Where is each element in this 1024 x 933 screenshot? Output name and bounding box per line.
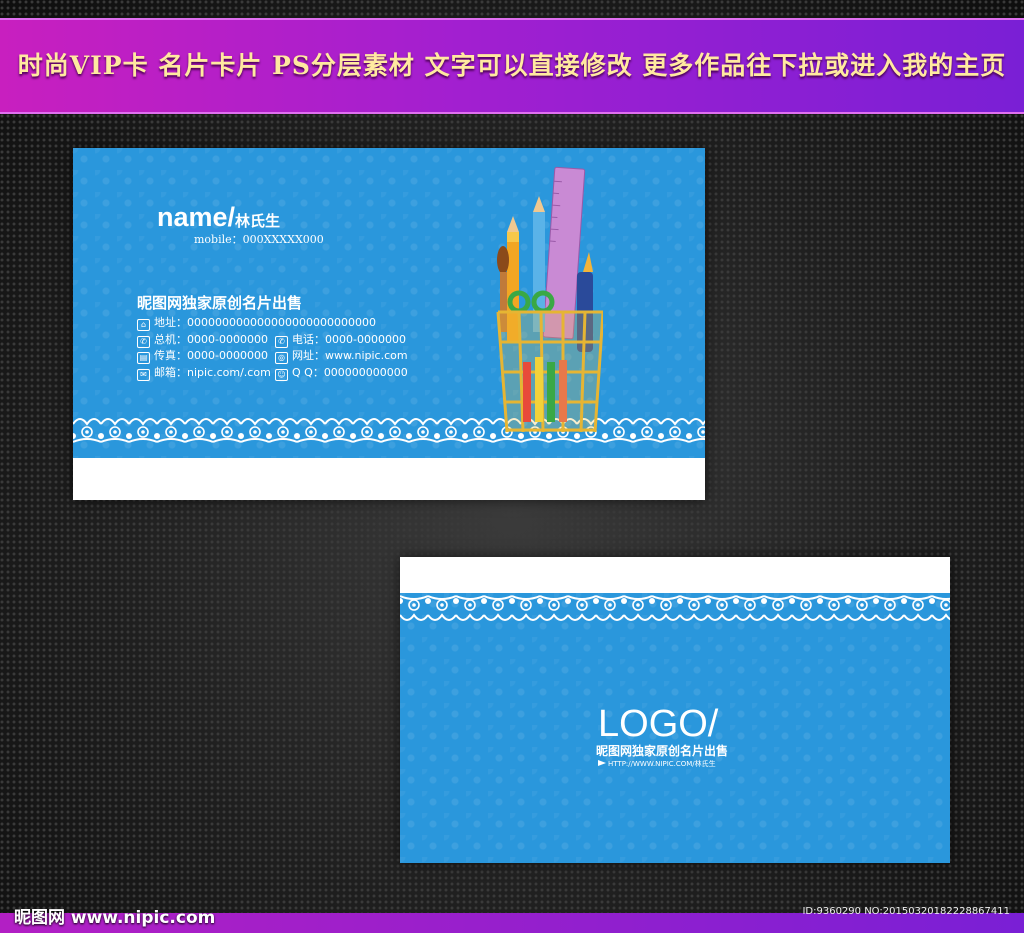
logo-text: LOGO/ xyxy=(598,703,719,745)
tel-line: ✆ 电话：0000-0000000 xyxy=(275,333,406,348)
fax-icon: ▤ xyxy=(137,352,150,364)
qq-text: Q Q：000000000000 xyxy=(292,366,408,379)
back-url-text: HTTP://WWW.NIPIC.COM/林氏生 xyxy=(608,760,716,768)
business-card-front: name/林氏生 mobile：000XXXXX000 昵图网独家原创名片出售 … xyxy=(73,148,705,500)
banner-title: 时尚VIP卡 名片卡片 PS分层素材 文字可以直接修改 更多作品往下拉或进入我的… xyxy=(17,51,1007,80)
email-line: ✉ 邮箱：nipic.com/.com xyxy=(137,366,271,381)
qq-line: ☺ Q Q：000000000000 xyxy=(275,366,408,381)
phone-icon: ✆ xyxy=(275,336,288,348)
title-banner: 时尚VIP卡 名片卡片 PS分层素材 文字可以直接修改 更多作品往下拉或进入我的… xyxy=(0,18,1024,114)
phone-line: ✆ 总机：0000-0000000 xyxy=(137,333,268,348)
home-icon: ⌂ xyxy=(137,319,150,331)
mail-icon: ✉ xyxy=(137,369,150,381)
name-line: name/林氏生 xyxy=(157,202,280,233)
website-line: ◎ 网址：www.nipic.com xyxy=(275,349,408,364)
arrow-icon xyxy=(598,760,606,766)
fax-text: 传真：0000-0000000 xyxy=(154,349,268,362)
fax-line: ▤ 传真：0000-0000000 xyxy=(137,349,268,364)
lace-border-front xyxy=(73,414,705,448)
company-name: 昵图网独家原创名片出售 xyxy=(137,294,303,312)
phone-icon: ✆ xyxy=(137,336,150,348)
address-line: ⌂ 地址：000000000000000000000000000 xyxy=(137,316,376,331)
phone-text: 总机：0000-0000000 xyxy=(154,333,268,346)
globe-icon: ◎ xyxy=(275,352,288,364)
back-company-name: 昵图网独家原创名片出售 xyxy=(596,744,729,758)
name-label: name/ xyxy=(157,202,236,232)
image-id-text: ID:9360290 NO:20150320182228867411 xyxy=(802,906,1010,917)
address-text: 地址：000000000000000000000000000 xyxy=(154,316,376,329)
tel-text: 电话：0000-0000000 xyxy=(292,333,406,346)
name-chinese: 林氏生 xyxy=(235,212,281,230)
lace-border-back xyxy=(400,591,950,625)
website-text: 网址：www.nipic.com xyxy=(292,349,408,362)
pencil-holder-illustration xyxy=(496,166,603,433)
back-url-line: HTTP://WWW.NIPIC.COM/林氏生 xyxy=(598,759,716,769)
qq-icon: ☺ xyxy=(275,369,288,381)
email-text: 邮箱：nipic.com/.com xyxy=(154,366,271,379)
watermark: 昵图网 www.nipic.com xyxy=(14,908,216,928)
mobile-number: mobile：000XXXXX000 xyxy=(194,233,324,246)
business-card-back: LOGO/ 昵图网独家原创名片出售 HTTP://WWW.NIPIC.COM/林… xyxy=(400,557,950,863)
